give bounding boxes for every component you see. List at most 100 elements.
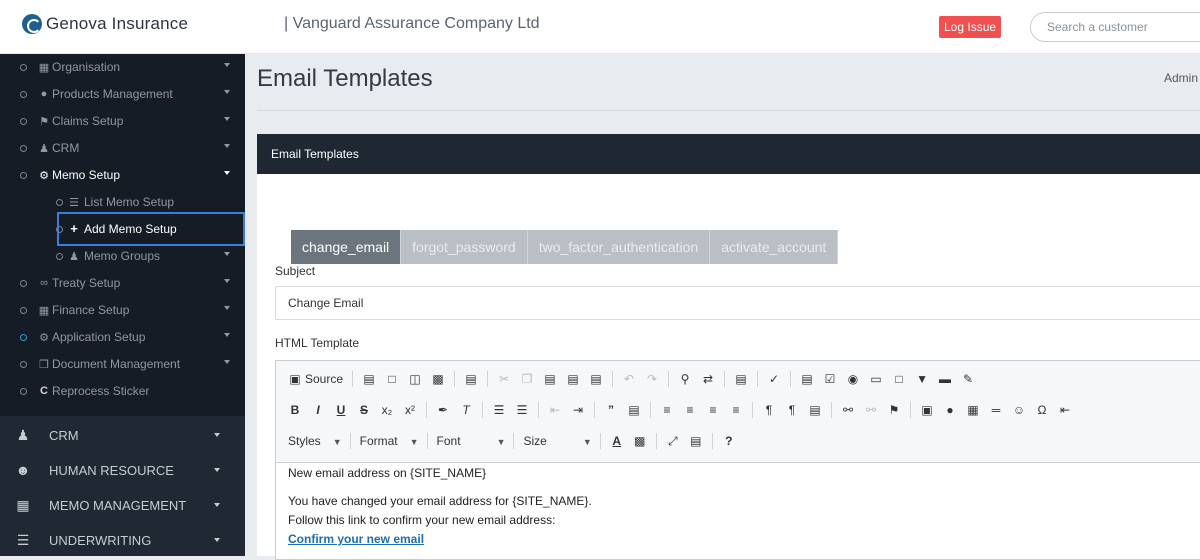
superscript-icon[interactable]: x² — [403, 403, 417, 417]
company-name: | Vanguard Assurance Company Ltd — [284, 15, 540, 32]
unlink-icon[interactable]: ⚯ — [864, 403, 878, 417]
indent-icon[interactable]: ⇥ — [571, 403, 585, 417]
undo-icon[interactable]: ↶ — [622, 372, 636, 386]
underline-icon[interactable]: U — [334, 403, 348, 417]
link-icon[interactable]: ⚯ — [841, 403, 855, 417]
table-icon[interactable]: ▦ — [966, 403, 980, 417]
cut-icon[interactable]: ✂ — [497, 372, 511, 386]
chevron-down-icon — [214, 468, 220, 472]
sidebar-item-memo-management[interactable]: ▦ MEMO MANAGEMENT — [0, 488, 245, 523]
sidebar-item-human-resource[interactable]: ☻ HUMAN RESOURCE — [0, 453, 245, 488]
flash-icon[interactable]: ● — [943, 403, 957, 417]
preview-icon[interactable]: ◫ — [408, 372, 422, 386]
sidebar-item-crm-main[interactable]: ♟ CRM — [0, 418, 245, 453]
justify-icon[interactable]: ≡ — [729, 403, 743, 417]
horizontal-line-icon[interactable]: ═ — [989, 403, 1003, 417]
divider — [594, 402, 595, 418]
templates-icon[interactable]: ▤ — [464, 372, 478, 386]
strike-icon[interactable]: S — [357, 403, 371, 417]
source-button[interactable]: Source — [305, 372, 343, 386]
source-icon[interactable]: ▣ — [288, 372, 302, 386]
subscript-icon[interactable]: x₂ — [380, 403, 394, 417]
confirm-email-link[interactable]: Confirm your new email — [288, 532, 424, 546]
format-dropdown[interactable]: Format ▼ — [360, 434, 419, 448]
size-dropdown[interactable]: Size ▼ — [523, 434, 591, 448]
help-icon[interactable]: ? — [722, 434, 736, 448]
textarea-icon[interactable]: □ — [892, 372, 906, 386]
radio-icon[interactable]: ◉ — [846, 372, 860, 386]
ltr-icon[interactable]: ¶ — [762, 403, 776, 417]
sidebar-item-organisation[interactable]: ▦ Organisation — [0, 54, 245, 81]
save-icon[interactable]: ▤ — [362, 372, 376, 386]
sidebar-item-memo-groups[interactable]: ♟ Memo Groups — [0, 243, 245, 270]
divider — [349, 433, 351, 449]
styles-dropdown[interactable]: Styles ▼ — [288, 434, 342, 448]
copy-icon[interactable]: ❐ — [520, 372, 534, 386]
align-right-icon[interactable]: ≡ — [706, 403, 720, 417]
select-icon[interactable]: ▼ — [915, 372, 929, 386]
subject-field[interactable]: Change Email — [275, 286, 1200, 320]
sidebar-item-document-management[interactable]: ❐ Document Management — [0, 351, 245, 378]
align-left-icon[interactable]: ≡ — [660, 403, 674, 417]
divider — [655, 433, 657, 449]
paste-text-icon[interactable]: ▤ — [566, 372, 580, 386]
sidebar-item-application-setup[interactable]: ⚙ Application Setup — [0, 324, 245, 351]
sidebar-item-finance-setup[interactable]: ▦ Finance Setup — [0, 297, 245, 324]
chevron-down-icon: ▼ — [582, 437, 592, 447]
sidebar-item-underwriting[interactable]: ☰ UNDERWRITING — [0, 523, 245, 558]
special-char-icon[interactable]: Ω — [1035, 403, 1049, 417]
user-menu[interactable]: Admin — [1164, 71, 1198, 85]
select-all-icon[interactable]: ▤ — [734, 372, 748, 386]
bg-color-icon[interactable]: ▩ — [633, 434, 647, 448]
bulleted-list-icon[interactable]: ☰ — [515, 403, 529, 417]
copy-format-icon[interactable]: ✒ — [436, 403, 450, 417]
sidebar-item-reprocess-sticker[interactable]: C Reprocess Sticker — [0, 378, 245, 405]
chevron-down-icon — [224, 252, 230, 256]
paste-word-icon[interactable]: ▤ — [589, 372, 603, 386]
sidebar-item-products-management[interactable]: ● Products Management — [0, 81, 245, 108]
show-blocks-icon[interactable]: ▤ — [689, 434, 703, 448]
language-icon[interactable]: ▤ — [808, 403, 822, 417]
find-icon[interactable]: ⚲ — [678, 372, 692, 386]
redo-icon[interactable]: ↷ — [645, 372, 659, 386]
checkbox-icon[interactable]: ☑ — [823, 372, 837, 386]
print-icon[interactable]: ▩ — [431, 372, 445, 386]
button-icon[interactable]: ▬ — [938, 372, 952, 386]
rtl-icon[interactable]: ¶ — [785, 403, 799, 417]
paste-icon[interactable]: ▤ — [543, 372, 557, 386]
customer-search-input[interactable]: Search a customer — [1030, 12, 1200, 42]
font-dropdown[interactable]: Font ▼ — [437, 434, 506, 448]
outdent-icon[interactable]: ⇤ — [548, 403, 562, 417]
sidebar-item-crm[interactable]: ♟ CRM — [0, 135, 245, 162]
tab-change-email[interactable]: change_email — [291, 230, 402, 264]
new-page-icon[interactable]: □ — [385, 372, 399, 386]
blockquote-icon[interactable]: ” — [604, 403, 618, 417]
textfield-icon[interactable]: ▭ — [869, 372, 883, 386]
text-color-icon[interactable]: A — [610, 434, 624, 448]
divider — [599, 433, 601, 449]
replace-icon[interactable]: ⇄ — [701, 372, 715, 386]
maximize-icon[interactable]: ⤢ — [666, 434, 680, 449]
tab-two-factor-authentication[interactable]: two_factor_authentication — [527, 230, 711, 264]
hidden-field-icon[interactable]: ✎ — [961, 372, 975, 386]
sidebar-item-treaty-setup[interactable]: ∞ Treaty Setup — [0, 270, 245, 297]
numbered-list-icon[interactable]: ☰ — [492, 403, 506, 417]
align-center-icon[interactable]: ≡ — [683, 403, 697, 417]
sidebar-item-memo-setup[interactable]: ⚙ Memo Setup — [0, 162, 245, 189]
page-break-icon[interactable]: ⇤ — [1058, 403, 1072, 417]
div-icon[interactable]: ▤ — [627, 403, 641, 417]
form-icon[interactable]: ▤ — [800, 372, 814, 386]
bold-icon[interactable]: B — [288, 403, 302, 417]
italic-icon[interactable]: I — [311, 403, 325, 417]
log-issue-button[interactable]: Log Issue — [939, 16, 1002, 38]
tab-forgot-password[interactable]: forgot_password — [401, 230, 528, 264]
chevron-down-icon — [214, 503, 220, 507]
image-icon[interactable]: ▣ — [920, 403, 934, 417]
smiley-icon[interactable]: ☺ — [1012, 403, 1026, 417]
remove-format-icon[interactable]: T — [459, 403, 473, 417]
anchor-icon[interactable]: ⚑ — [887, 403, 901, 417]
brand[interactable]: Genova Insurance — [22, 14, 188, 34]
spellcheck-icon[interactable]: ✓ — [767, 372, 781, 386]
sidebar-item-claims-setup[interactable]: ⚑ Claims Setup — [0, 108, 245, 135]
tab-activate-account[interactable]: activate_account — [710, 230, 839, 264]
